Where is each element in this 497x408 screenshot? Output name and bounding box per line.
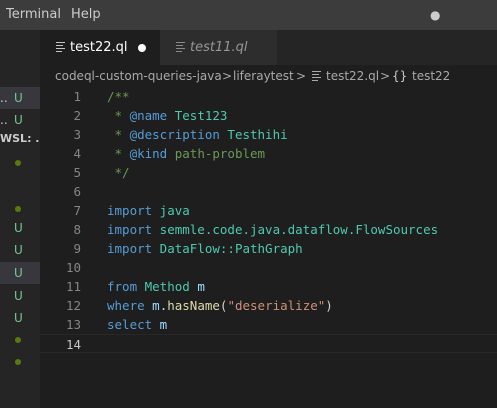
list-item-name: ..	[0, 91, 8, 105]
window-title: ● test22.ql -	[430, 8, 491, 52]
file-lines-icon	[312, 71, 321, 83]
list-item[interactable]: .. U	[0, 109, 40, 131]
code-line: 2 * @name Test123	[40, 106, 497, 125]
editor-tab-bar: test22.ql test11.ql	[40, 30, 497, 65]
wsl-section-header[interactable]: WSL: ...	[0, 132, 40, 145]
code-text: * @kind path-problem	[107, 146, 266, 161]
code-text: from Method m	[107, 279, 205, 294]
modified-dot-icon	[15, 160, 21, 166]
untracked-badge: U	[14, 243, 23, 257]
code-text: import semmle.code.java.dataflow.FlowSou…	[107, 222, 439, 237]
title-bar: Terminal Help ● test22.ql -	[0, 0, 497, 52]
tab-label: test22.ql	[70, 40, 128, 55]
list-item[interactable]: U	[0, 217, 40, 239]
line-number: 11	[65, 279, 81, 294]
modified-dot-icon	[15, 206, 21, 212]
braces-icon: {}	[392, 69, 408, 83]
line-number: 4	[73, 146, 81, 161]
unsaved-dot-icon[interactable]	[138, 44, 146, 52]
line-number: 9	[73, 241, 81, 256]
code-line: 5 */	[40, 163, 497, 182]
menu-help[interactable]: Help	[71, 0, 101, 30]
side-panel: .. U .. U WSL: ... U U U U U	[0, 30, 40, 408]
line-number: 8	[73, 222, 81, 237]
current-line[interactable]: 14	[40, 334, 497, 353]
tab-label: test11.ql	[190, 40, 248, 55]
breadcrumb-separator: >	[296, 69, 307, 83]
code-text: */	[107, 165, 130, 180]
modified-dot-icon	[15, 359, 21, 365]
line-number: 10	[65, 260, 81, 275]
code-text: * @description Testhihi	[107, 127, 288, 142]
line-number: 3	[73, 127, 81, 142]
line-number: 1	[73, 89, 81, 104]
code-text: * @name Test123	[107, 108, 228, 123]
code-text: /**	[107, 89, 130, 104]
code-line: 1 /**	[40, 87, 497, 106]
line-number: 6	[73, 184, 81, 199]
untracked-badge: U	[14, 113, 23, 127]
tab-test11[interactable]: test11.ql	[160, 30, 277, 65]
untracked-badge: U	[14, 221, 23, 235]
code-line: 13 select m	[40, 315, 497, 334]
code-line: 4 * @kind path-problem	[40, 144, 497, 163]
breadcrumb-separator: >	[222, 69, 233, 83]
line-number: 14	[65, 337, 81, 352]
code-line: 10	[40, 258, 497, 277]
list-item[interactable]: U	[0, 239, 40, 261]
code-line: 8 import semmle.code.java.dataflow.FlowS…	[40, 220, 497, 239]
code-text: import java	[107, 203, 190, 218]
file-lines-icon	[176, 42, 185, 54]
code-line: 12 where m.hasName("deserialize")	[40, 296, 497, 315]
breadcrumb-symbol[interactable]: test22	[412, 65, 450, 87]
line-number: 7	[73, 203, 81, 218]
code-text: import DataFlow::PathGraph	[107, 241, 303, 256]
list-item[interactable]: U	[0, 262, 40, 284]
breadcrumb-folder[interactable]: codeql-custom-queries-java	[55, 65, 222, 87]
breadcrumb-separator: >	[380, 69, 391, 83]
menu-terminal[interactable]: Terminal	[6, 0, 61, 30]
code-line: 9 import DataFlow::PathGraph	[40, 239, 497, 258]
code-text: where m.hasName("deserialize")	[107, 298, 333, 313]
file-lines-icon	[56, 42, 65, 54]
list-item-name: ..	[0, 113, 8, 127]
code-line: 7 import java	[40, 201, 497, 220]
breadcrumb: codeql-custom-queries-java > liferaytest…	[40, 65, 497, 87]
code-line: 3 * @description Testhihi	[40, 125, 497, 144]
untracked-badge: U	[14, 91, 23, 105]
code-editor[interactable]: 1 /** 2 * @name Test123 3 * @description…	[40, 87, 497, 408]
line-number: 12	[65, 298, 81, 313]
breadcrumb-folder[interactable]: liferaytest	[233, 65, 294, 87]
line-number: 13	[65, 317, 81, 332]
list-item[interactable]: U	[0, 285, 40, 307]
code-text: select m	[107, 317, 168, 332]
modified-dot-icon	[15, 337, 21, 343]
list-item[interactable]: U	[0, 307, 40, 329]
code-line: 11 from Method m	[40, 277, 497, 296]
tab-test22[interactable]: test22.ql	[40, 30, 160, 65]
untracked-badge: U	[14, 266, 23, 280]
breadcrumb-file[interactable]: test22.ql	[326, 65, 379, 87]
list-item[interactable]: .. U	[0, 87, 40, 109]
untracked-badge: U	[14, 289, 23, 303]
code-line: 6	[40, 182, 497, 201]
line-number: 2	[73, 108, 81, 123]
untracked-badge: U	[14, 311, 23, 325]
line-number: 5	[73, 165, 81, 180]
